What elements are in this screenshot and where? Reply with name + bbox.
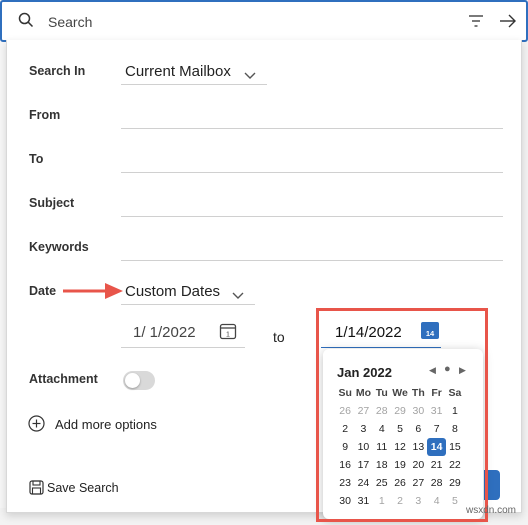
search-bar[interactable]: Search — [0, 0, 528, 42]
keywords-field[interactable] — [121, 260, 503, 261]
search-in-label: Search In — [29, 64, 86, 78]
to-separator: to — [273, 329, 285, 345]
plus-circle-icon[interactable] — [28, 415, 45, 437]
watermark: wsxdn.com — [466, 505, 517, 516]
subject-label: Subject — [29, 196, 75, 210]
date-label: Date — [29, 284, 57, 298]
chevron-down-icon[interactable] — [244, 67, 256, 85]
start-date-input[interactable]: 1/ 1/2022 — [133, 324, 196, 341]
filter-icon[interactable] — [468, 14, 484, 33]
save-search-button[interactable]: Save Search — [47, 481, 119, 495]
attachment-toggle[interactable] — [123, 371, 155, 390]
from-field[interactable] — [121, 128, 503, 129]
attachment-label: Attachment — [29, 372, 98, 386]
search-input[interactable]: Search — [48, 14, 92, 30]
to-field[interactable] — [121, 172, 503, 173]
arrow-right-icon[interactable] — [499, 13, 517, 34]
date-dropdown[interactable]: Custom Dates — [125, 283, 220, 300]
svg-text:1: 1 — [226, 332, 230, 339]
annotation-highlight-box — [316, 308, 488, 522]
save-icon[interactable] — [29, 480, 44, 500]
keywords-label: Keywords — [29, 240, 89, 254]
search-in-dropdown[interactable]: Current Mailbox — [125, 63, 231, 80]
calendar-icon[interactable]: 1 — [219, 322, 237, 345]
subject-field[interactable] — [121, 216, 503, 217]
from-label: From — [29, 108, 61, 122]
add-more-options-button[interactable]: Add more options — [55, 417, 157, 432]
chevron-down-icon[interactable] — [232, 287, 244, 305]
search-icon — [18, 12, 34, 33]
annotation-arrow — [61, 281, 125, 306]
to-label: To — [29, 152, 44, 166]
